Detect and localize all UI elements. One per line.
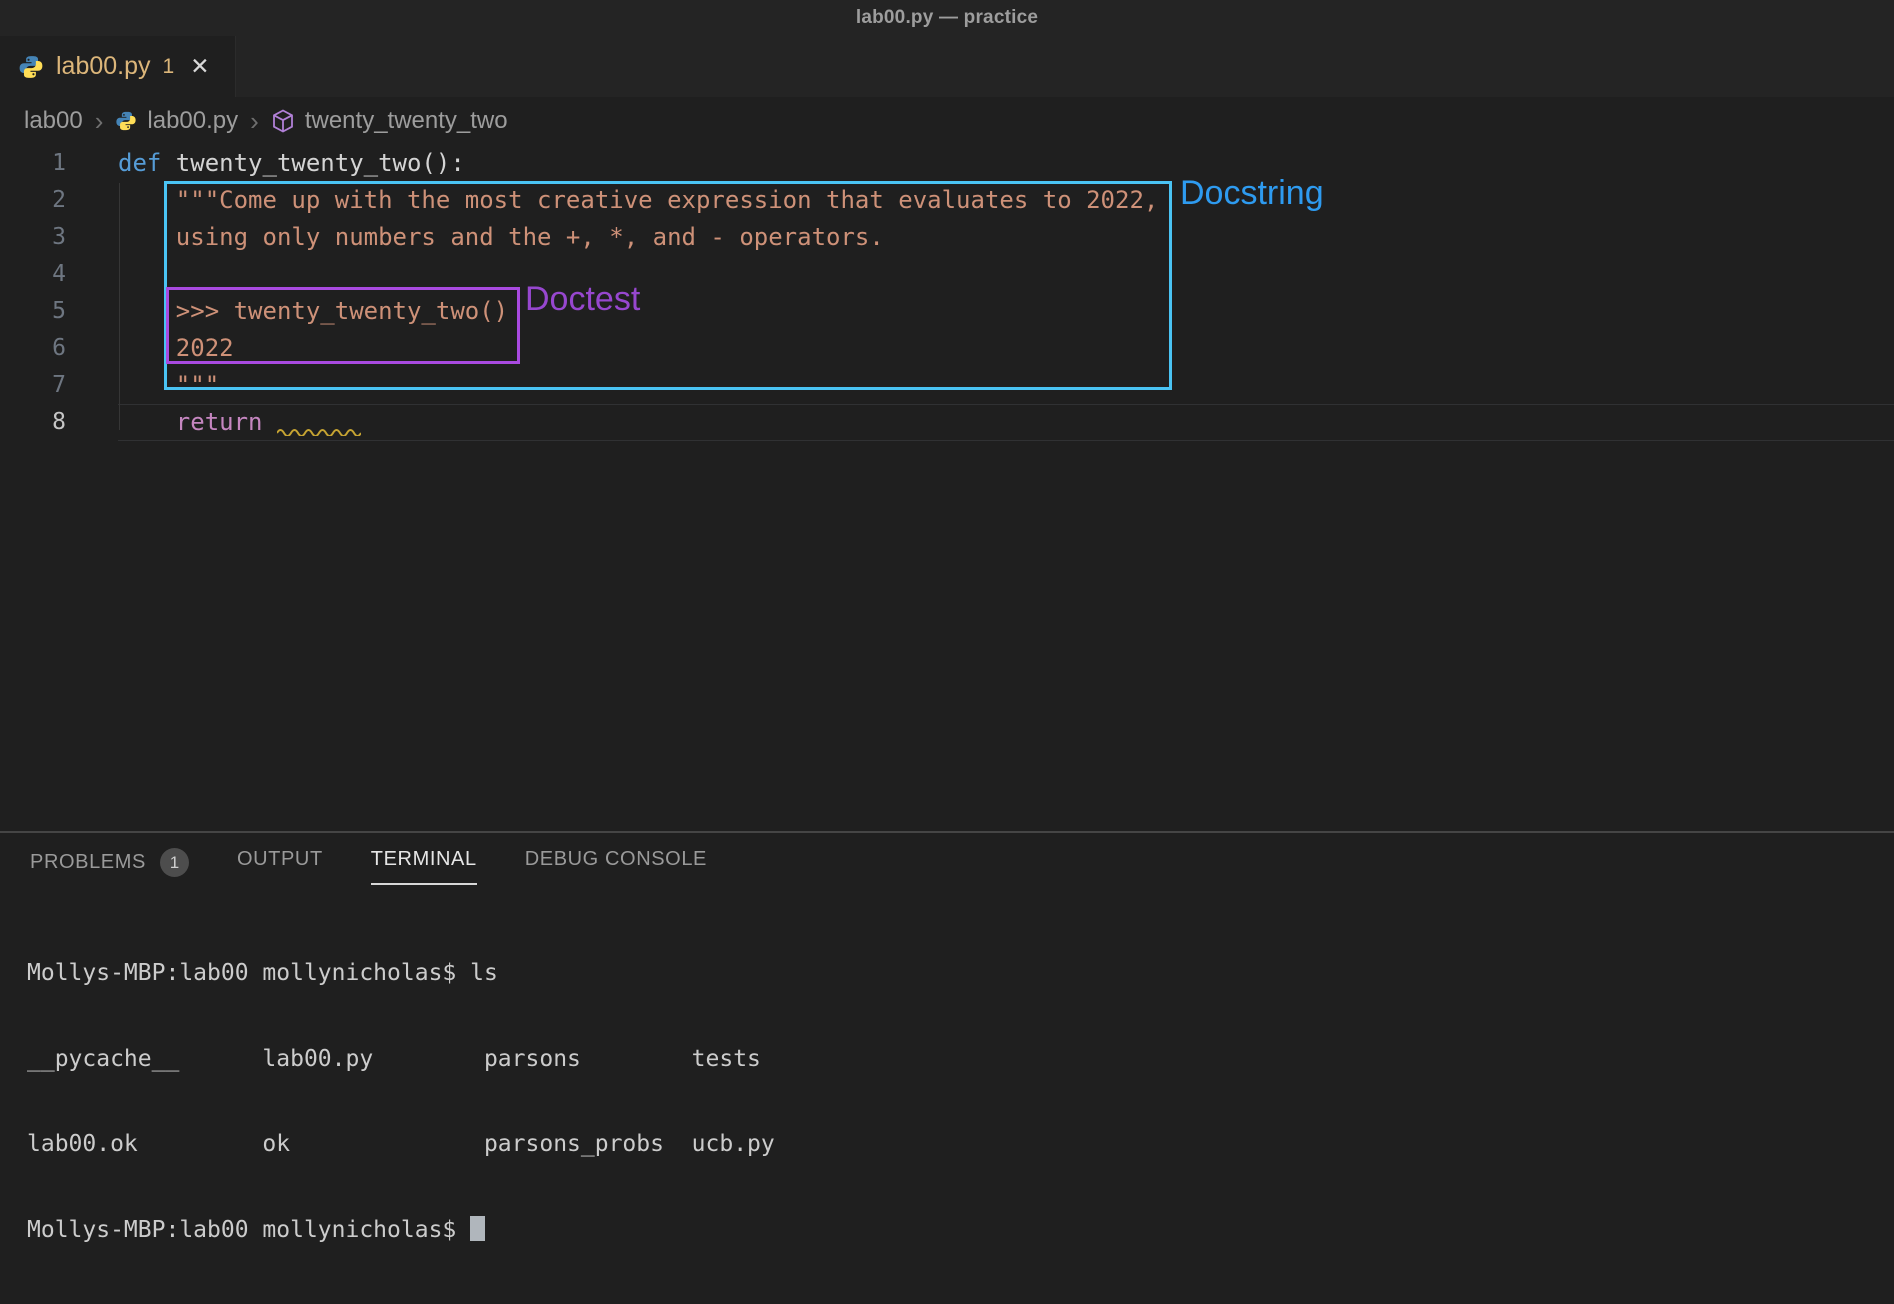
panel-tab-terminal[interactable]: TERMINAL: [371, 848, 477, 885]
title-bar: lab00.py — practice: [0, 0, 1894, 36]
terminal-line: Mollys-MBP:lab00 mollynicholas$ ls: [27, 959, 775, 988]
problems-count-badge: 1: [163, 55, 175, 79]
line-number: 1: [0, 145, 66, 182]
chevron-right-icon: ›: [95, 106, 104, 137]
python-icon: [115, 110, 137, 132]
code-line: 5 >>> twenty_twenty_two(): [0, 293, 1894, 330]
panel-tab-problems[interactable]: PROBLEMS 1: [30, 848, 189, 891]
line-number: 8: [0, 404, 66, 441]
code-text: return: [118, 404, 1894, 441]
tab-lab00py[interactable]: lab00.py 1 ✕: [0, 36, 236, 97]
vscode-window: lab00.py — practice lab00.py 1 ✕ lab00 ›…: [0, 0, 1894, 1304]
terminal-line: __pycache__ lab00.py parsons tests: [27, 1045, 775, 1074]
line-number: 6: [0, 330, 66, 367]
warning-squiggle-icon: [277, 427, 361, 436]
terminal[interactable]: Mollys-MBP:lab00 mollynicholas$ ls __pyc…: [27, 902, 775, 1301]
line-number: 5: [0, 293, 66, 330]
code-line: 2 """Come up with the most creative expr…: [0, 182, 1894, 219]
problems-badge: 1: [160, 848, 189, 877]
module-symbol-icon: [271, 109, 295, 133]
code-text: 2022: [118, 330, 1894, 367]
code-text: """Come up with the most creative expres…: [118, 182, 1894, 219]
terminal-line: Mollys-MBP:lab00 mollynicholas$: [27, 1216, 775, 1245]
terminal-cursor: [470, 1216, 485, 1241]
line-number: 4: [0, 256, 66, 293]
panel-tab-debug-console[interactable]: DEBUG CONSOLE: [525, 848, 707, 885]
code-text: >>> twenty_twenty_two(): [118, 293, 1894, 330]
close-icon[interactable]: ✕: [190, 53, 209, 80]
line-number: 7: [0, 367, 66, 404]
breadcrumb-item-function[interactable]: twenty_twenty_two: [305, 107, 508, 135]
tab-label: lab00.py: [56, 52, 151, 81]
code-text: [118, 256, 1894, 293]
indent-guide: [119, 183, 120, 430]
window-title: lab00.py — practice: [856, 7, 1038, 29]
code-line: 6 2022: [0, 330, 1894, 367]
chevron-right-icon: ›: [250, 106, 259, 137]
line-number: 2: [0, 182, 66, 219]
code-line: 4: [0, 256, 1894, 293]
code-editor[interactable]: 1 def twenty_twenty_two(): 2 """Come up …: [0, 145, 1894, 441]
panel-divider: [0, 831, 1894, 833]
python-icon: [18, 54, 44, 80]
code-line: 7 """: [0, 367, 1894, 404]
code-line: 3 using only numbers and the +, *, and -…: [0, 219, 1894, 256]
panel-tab-output[interactable]: OUTPUT: [237, 848, 323, 885]
code-line: 1 def twenty_twenty_two():: [0, 145, 1894, 182]
code-text: using only numbers and the +, *, and - o…: [118, 219, 1894, 256]
panel-tab-bar: PROBLEMS 1 OUTPUT TERMINAL DEBUG CONSOLE: [30, 848, 707, 891]
breadcrumb: lab00 › lab00.py › twenty_twenty_two: [0, 97, 1894, 145]
line-number: 3: [0, 219, 66, 256]
terminal-line: lab00.ok ok parsons_probs ucb.py: [27, 1130, 775, 1159]
breadcrumb-item-lab00[interactable]: lab00: [24, 107, 83, 135]
tab-bar: lab00.py 1 ✕: [0, 36, 1894, 97]
code-text: """: [118, 367, 1894, 404]
code-text: def twenty_twenty_two():: [118, 145, 1894, 182]
code-line-active: 8 return: [0, 404, 1894, 441]
breadcrumb-item-lab00py[interactable]: lab00.py: [147, 107, 238, 135]
